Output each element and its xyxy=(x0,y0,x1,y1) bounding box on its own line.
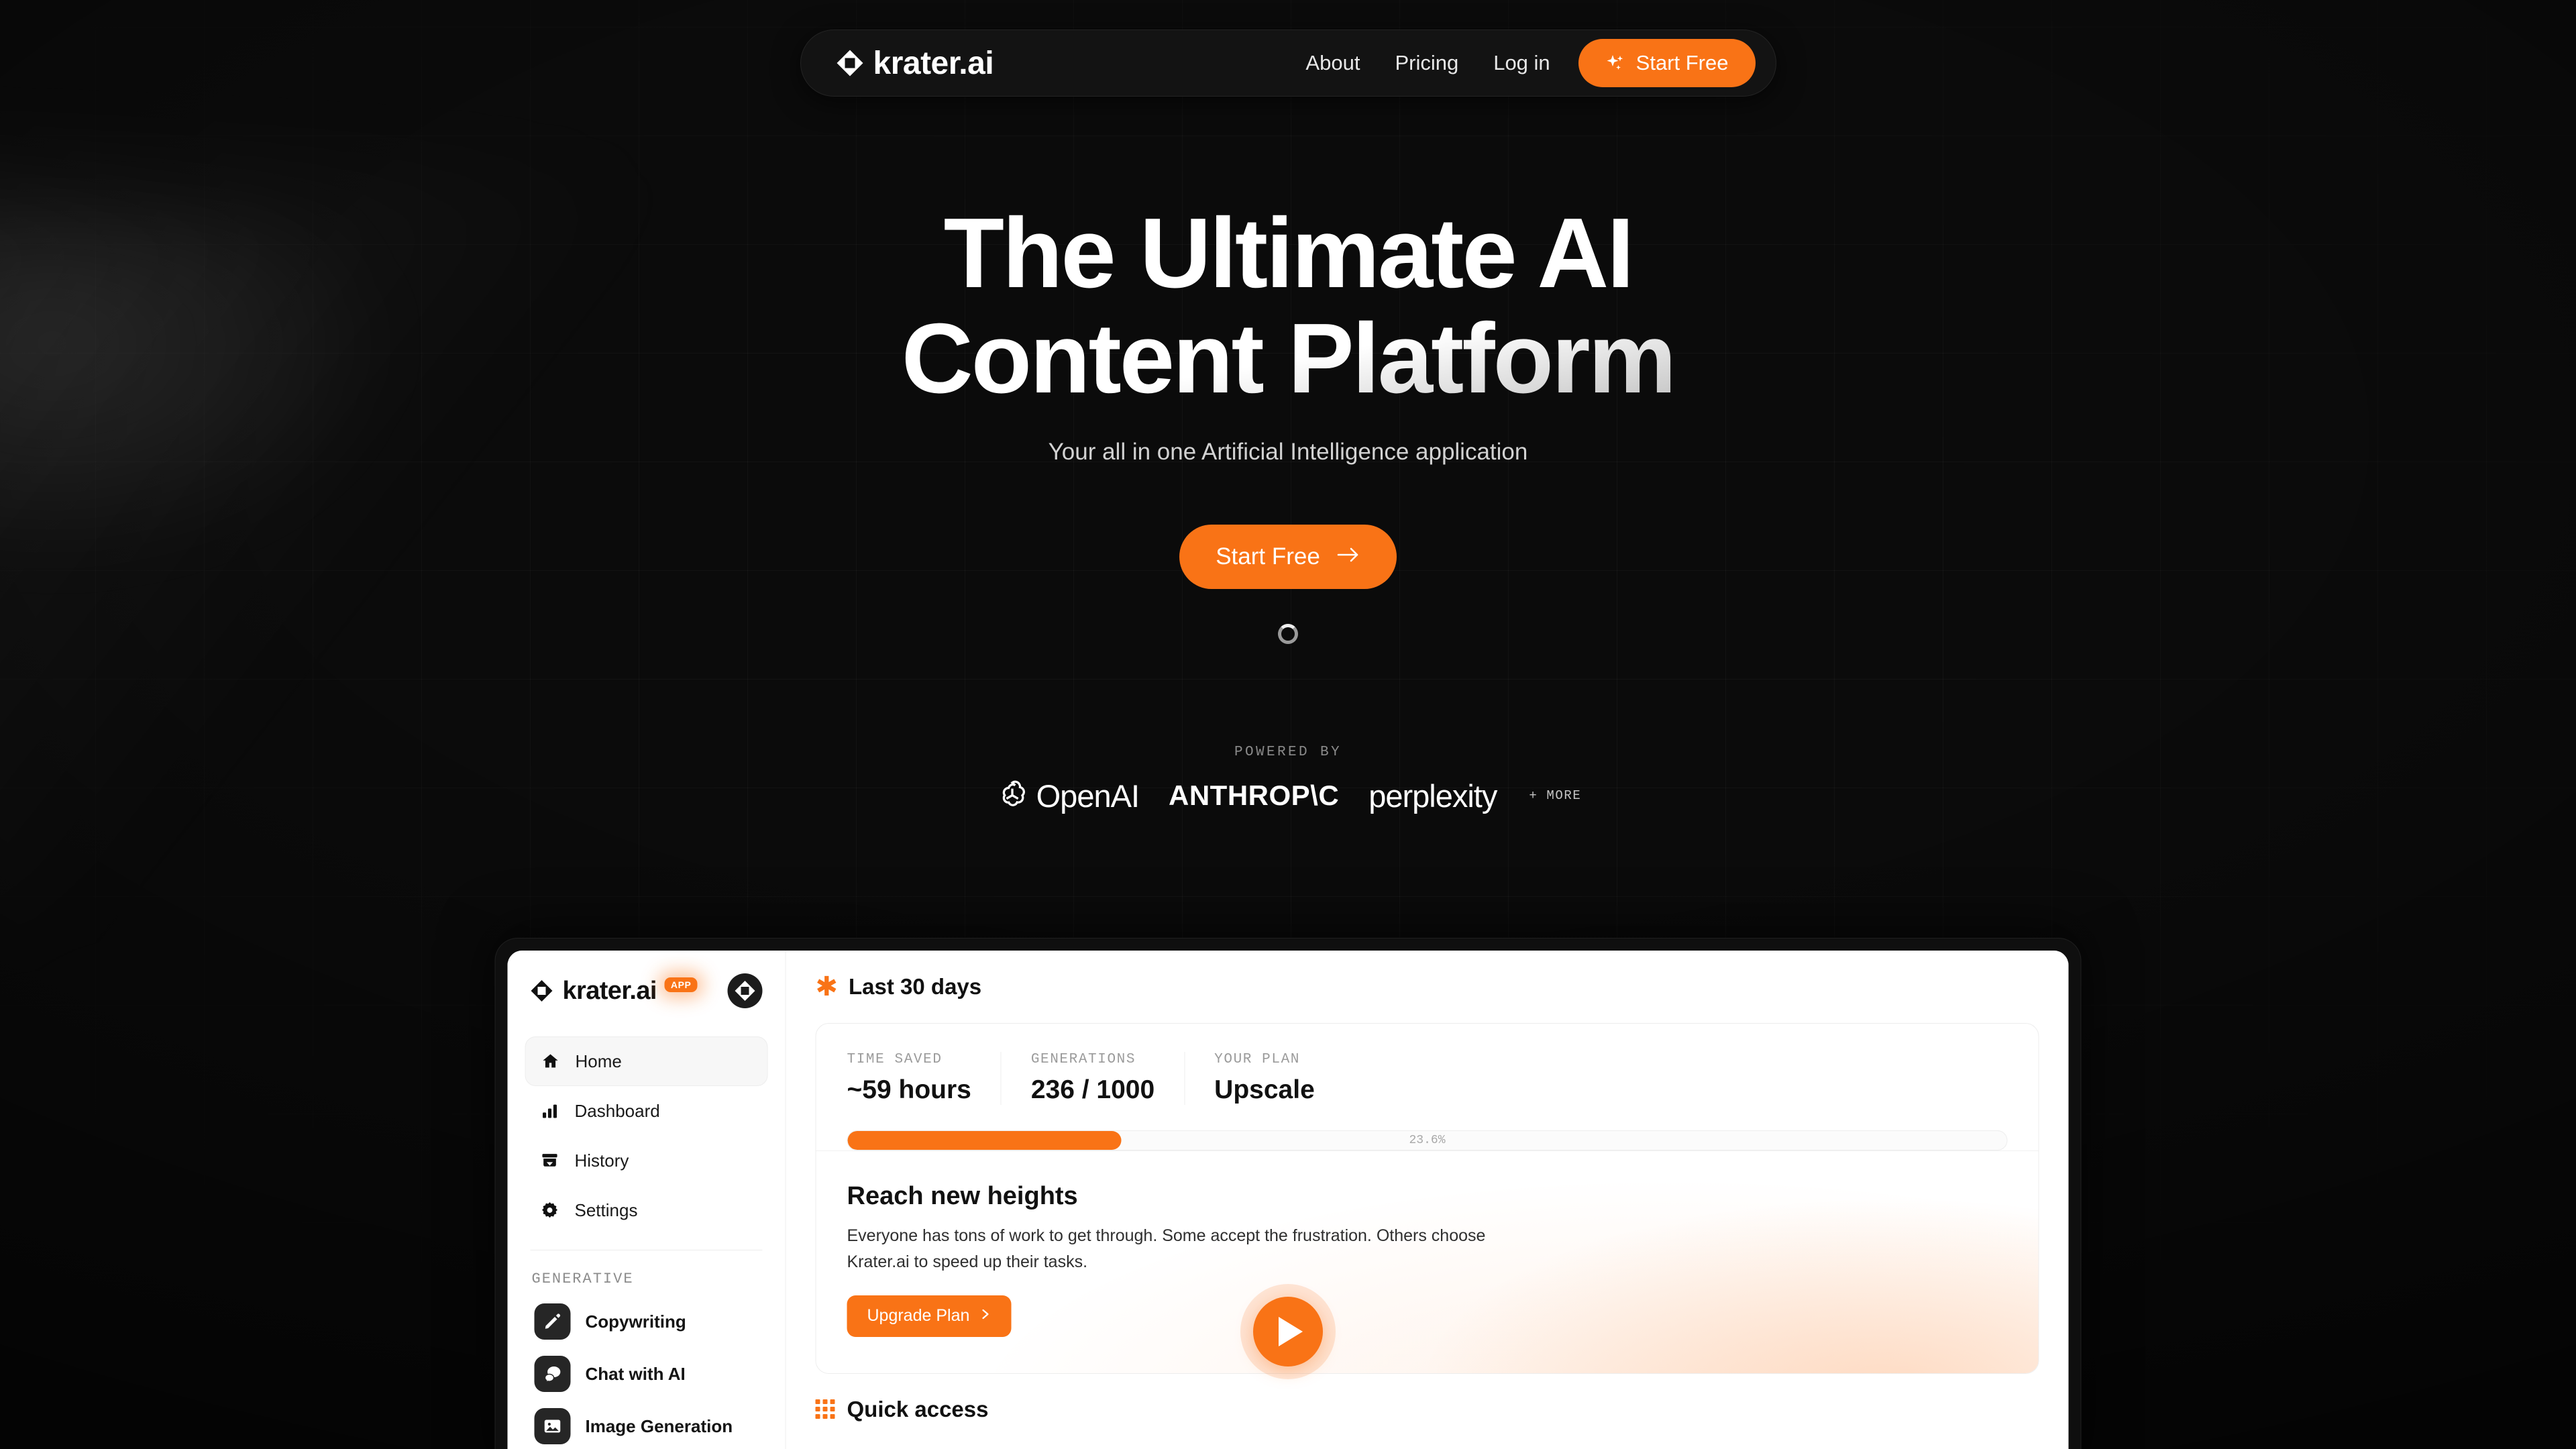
partner-openai-name: OpenAI xyxy=(1036,777,1140,814)
spinner-icon xyxy=(1278,623,1298,644)
last-30-days-header: ✱ Last 30 days xyxy=(816,973,2039,1000)
navbar: krater.ai About Pricing Log in Start Fre… xyxy=(800,30,1776,97)
video-play-halo xyxy=(1240,1284,1336,1379)
nav-link-pricing[interactable]: Pricing xyxy=(1395,51,1458,75)
usage-progress-bar: 23.6% xyxy=(847,1130,2008,1150)
partner-openai: OpenAI xyxy=(995,777,1140,814)
partner-more-label: + MORE xyxy=(1529,788,1582,804)
partner-logos: OpenAI ANTHROP\C perplexity + MORE xyxy=(0,777,2576,814)
promo-body: Everyone has tons of work to get through… xyxy=(847,1226,1486,1271)
sidebar-item-label: Copywriting xyxy=(585,1311,686,1332)
play-icon[interactable] xyxy=(1253,1297,1323,1366)
sidebar-item-home[interactable]: Home xyxy=(525,1036,768,1086)
stat-label: GENERATIONS xyxy=(1030,1052,1136,1067)
quick-access-header: Quick access xyxy=(815,1396,2039,1422)
app-sidebar: krater.ai APP Home Dashboard History Set… xyxy=(507,951,786,1449)
hero-cta-row: Start Free xyxy=(0,524,2576,589)
upgrade-promo: Reach new heights Everyone has tons of w… xyxy=(816,1150,2039,1373)
stats-card: TIME SAVED ~59 hours GENERATIONS 236 / 1… xyxy=(815,1023,2039,1374)
arrow-right-icon xyxy=(1336,543,1360,570)
gear-icon xyxy=(540,1200,560,1220)
quick-access-title: Quick access xyxy=(847,1396,989,1421)
stat-label: YOUR PLAN xyxy=(1214,1052,1300,1067)
chevron-right-icon xyxy=(980,1306,991,1326)
upgrade-plan-label: Upgrade Plan xyxy=(867,1306,970,1325)
nav-start-free-label: Start Free xyxy=(1635,51,1729,74)
stat-value: ~59 hours xyxy=(847,1075,971,1104)
partner-perplexity-name: perplexity xyxy=(1368,777,1497,814)
sidebar-section-label: GENERATIVE xyxy=(531,1271,634,1287)
hero-subtitle: Your all in one Artificial Intelligence … xyxy=(1048,438,1528,465)
app-sidebar-header: krater.ai APP xyxy=(525,973,768,1008)
upgrade-plan-button[interactable]: Upgrade Plan xyxy=(847,1295,1012,1337)
diamond-logo-icon xyxy=(531,979,553,1002)
stat-your-plan: YOUR PLAN Upscale xyxy=(1214,1052,1344,1105)
app-brand-name: krater.ai xyxy=(562,976,657,1005)
user-avatar-icon[interactable] xyxy=(727,973,763,1008)
page-title: The Ultimate AI Content Platform xyxy=(0,201,2576,412)
hero-start-free-label: Start Free xyxy=(1216,543,1320,570)
diamond-logo-icon xyxy=(836,49,864,77)
sidebar-item-label: Image Generation xyxy=(585,1415,733,1436)
archive-icon xyxy=(540,1150,560,1171)
brand-name: krater.ai xyxy=(873,45,994,81)
sidebar-item-history[interactable]: History xyxy=(525,1136,768,1185)
partner-anthropic-name: ANTHROP\C xyxy=(1169,780,1340,812)
page-root: krater.ai About Pricing Log in Start Fre… xyxy=(0,0,2576,1449)
grid-dots-icon xyxy=(815,1399,835,1419)
stat-value: Upscale xyxy=(1214,1075,1315,1104)
powered-by-section: POWERED BY OpenAI ANTHROP\C perplexity +… xyxy=(0,745,2576,814)
hero-title-line-1: The Ultimate AI xyxy=(943,198,1633,309)
sidebar-item-copywriting[interactable]: Copywriting xyxy=(525,1295,768,1348)
hero-section: The Ultimate AI Content Platform Your al… xyxy=(0,0,2576,814)
nav-links: About Pricing Log in xyxy=(1305,51,1550,75)
stat-generations: GENERATIONS 236 / 1000 xyxy=(1031,1052,1185,1105)
nav-start-free-button[interactable]: Start Free xyxy=(1578,39,1756,87)
usage-progress-label: 23.6% xyxy=(1409,1134,1446,1147)
stats-row: TIME SAVED ~59 hours GENERATIONS 236 / 1… xyxy=(816,1024,2039,1105)
sidebar-item-image-generation[interactable]: Image Generation xyxy=(525,1400,768,1449)
stat-value: 236 / 1000 xyxy=(1030,1075,1155,1104)
openai-logo-icon xyxy=(995,778,1030,813)
sidebar-item-label: Settings xyxy=(574,1199,638,1220)
sidebar-item-settings[interactable]: Settings xyxy=(525,1185,768,1235)
app-sidebar-nav: Home Dashboard History Settings xyxy=(525,1036,768,1235)
section-title: Last 30 days xyxy=(849,974,982,999)
sidebar-item-label: History xyxy=(574,1150,629,1171)
brand-logo[interactable]: krater.ai xyxy=(836,45,994,82)
stat-label: TIME SAVED xyxy=(847,1052,943,1067)
sidebar-item-label: Dashboard xyxy=(574,1100,660,1121)
sparkle-icon xyxy=(1605,53,1625,73)
sidebar-item-dashboard[interactable]: Dashboard xyxy=(525,1086,768,1136)
sidebar-item-chat-with-ai[interactable]: Chat with AI xyxy=(525,1348,768,1400)
hero-start-free-button[interactable]: Start Free xyxy=(1179,524,1397,589)
asterisk-icon: ✱ xyxy=(815,972,839,1002)
pencil-icon xyxy=(534,1303,571,1340)
chat-bubble-icon xyxy=(534,1356,571,1392)
powered-by-label: POWERED BY xyxy=(1234,744,1342,760)
home-icon xyxy=(541,1051,561,1071)
app-badge: APP xyxy=(664,977,698,992)
navbar-wrapper: krater.ai About Pricing Log in Start Fre… xyxy=(0,30,2576,97)
play-triangle xyxy=(1279,1317,1303,1346)
sidebar-item-label: Home xyxy=(575,1051,622,1071)
nav-link-login[interactable]: Log in xyxy=(1493,51,1550,75)
promo-title: Reach new heights xyxy=(847,1182,1078,1210)
nav-link-about[interactable]: About xyxy=(1305,51,1360,75)
stat-time-saved: TIME SAVED ~59 hours xyxy=(847,1052,1002,1105)
bar-chart-icon xyxy=(540,1101,560,1121)
image-icon xyxy=(534,1408,571,1444)
hero-title-line-2: Content Platform xyxy=(901,303,1675,414)
sidebar-item-label: Chat with AI xyxy=(585,1363,686,1384)
app-main: ✱ Last 30 days TIME SAVED ~59 hours GENE… xyxy=(786,951,2069,1449)
